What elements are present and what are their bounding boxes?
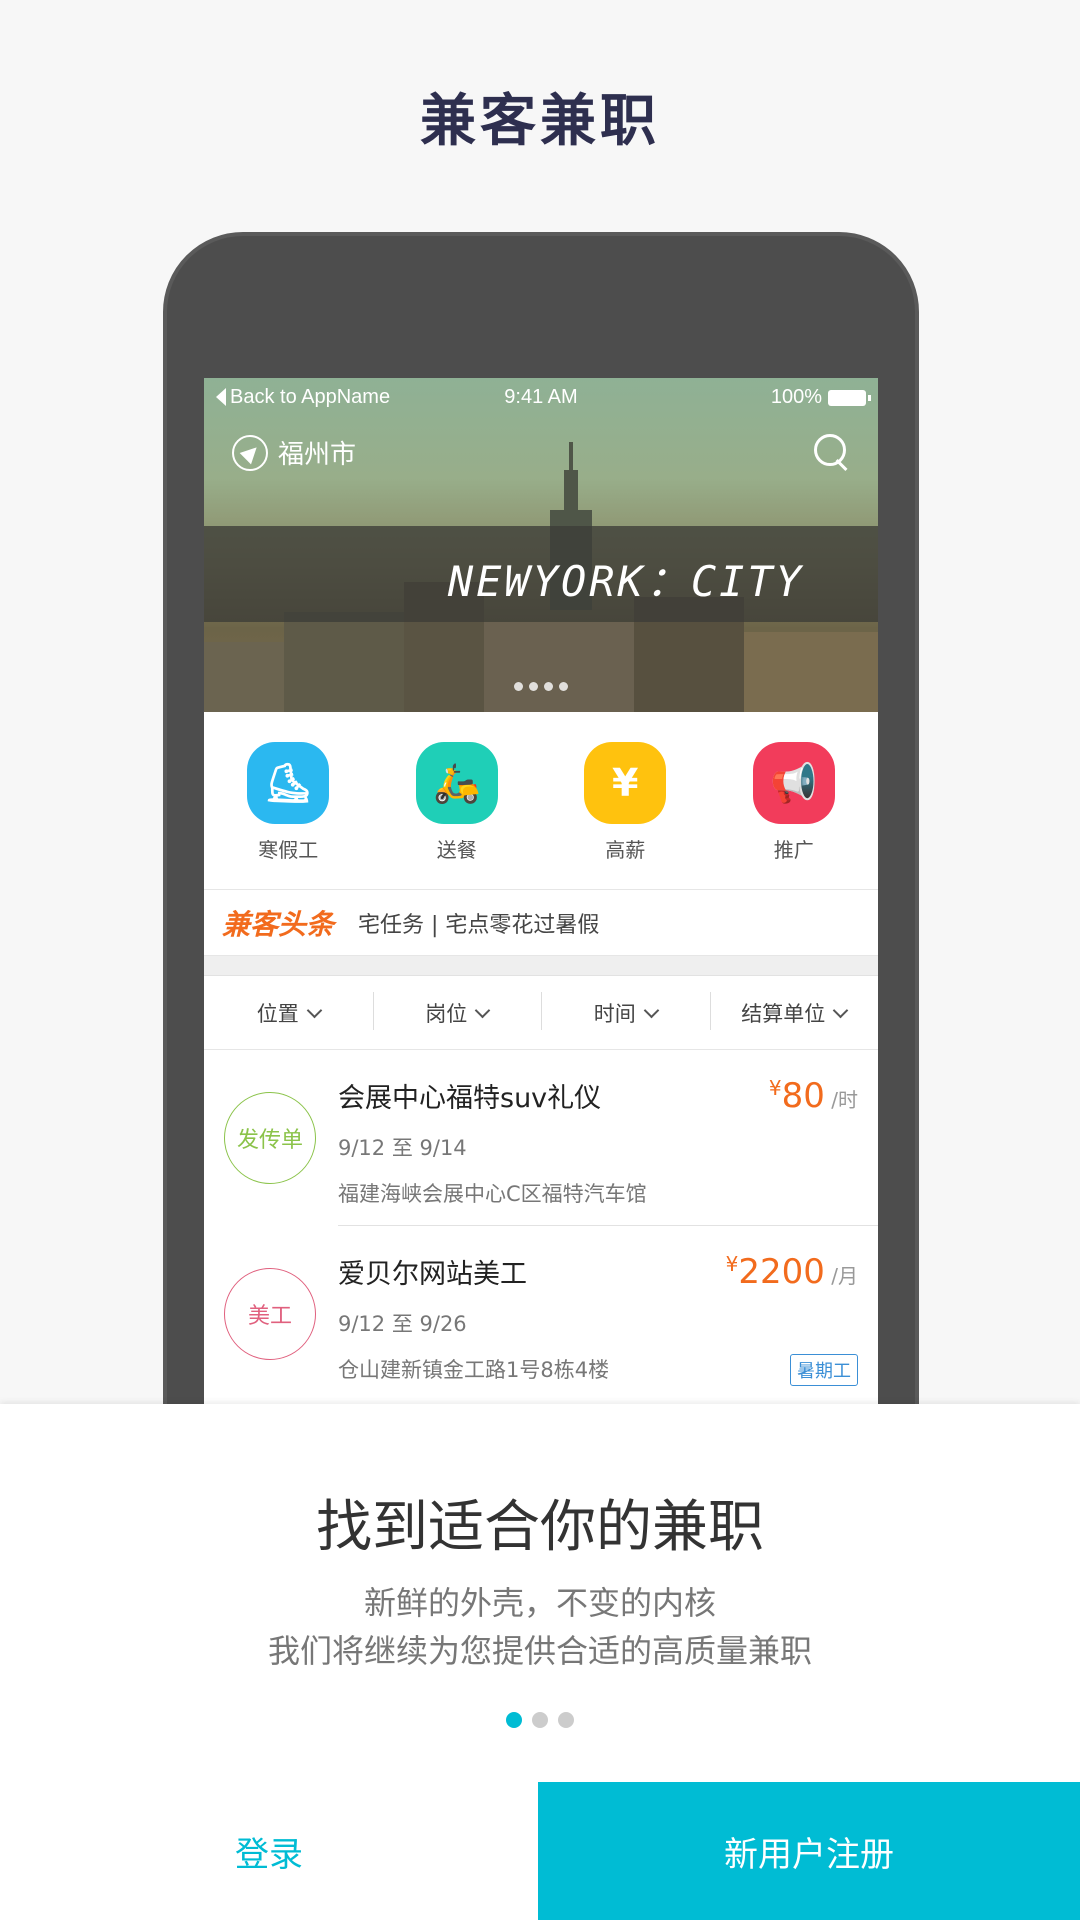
chevron-down-icon: [306, 1002, 323, 1018]
money-bag-icon: ¥: [584, 742, 667, 824]
category-winter-job[interactable]: ⛸ 寒假工: [204, 712, 373, 889]
pager-dot-active[interactable]: [506, 1712, 522, 1728]
filter-label: 结算单位: [741, 1001, 826, 1026]
section-divider: [204, 956, 878, 976]
job-badge: 发传单: [224, 1092, 316, 1184]
job-date: 9/12 至 9/26: [338, 1312, 467, 1336]
job-price: ¥2200 /月: [726, 1252, 858, 1292]
category-label: 寒假工: [258, 838, 319, 862]
banner-dot: [514, 682, 523, 691]
job-address: 仓山建新镇金工路1号8栋4楼: [338, 1358, 610, 1382]
chevron-down-icon: [474, 1002, 491, 1018]
skyline-building: [744, 632, 878, 712]
price-unit: /月: [831, 1264, 858, 1288]
page: 兼客兼职 NEWYORK：CITY Back to AppName 9:41 A…: [0, 0, 1080, 1920]
intro-headline: 找到适合你的兼职: [316, 1495, 764, 1560]
category-label: 高薪: [605, 838, 646, 862]
battery-status: 100%: [770, 386, 871, 409]
banner-dot: [544, 682, 553, 691]
pager-dot[interactable]: [558, 1712, 574, 1728]
banner-dot: [529, 682, 538, 691]
scooter-icon: 🛵: [415, 742, 498, 824]
banner[interactable]: NEWYORK：CITY Back to AppName 9:41 AM 100…: [204, 378, 878, 712]
search-icon[interactable]: [814, 434, 852, 472]
battery-icon: [828, 389, 871, 406]
chevron-down-icon: [832, 1002, 849, 1018]
banner-dot: [559, 682, 568, 691]
battery-percent: 100%: [770, 386, 822, 408]
job-price: ¥80 /时: [769, 1076, 858, 1116]
category-high-pay[interactable]: ¥ 高薪: [541, 712, 710, 889]
filter-label: 位置: [256, 1001, 299, 1026]
login-button[interactable]: 登录: [0, 1782, 538, 1920]
currency-symbol: ¥: [768, 1076, 782, 1100]
price-unit: /时: [831, 1088, 858, 1112]
intro-line-1: 新鲜的外壳，不变的内核: [363, 1584, 716, 1622]
megaphone-icon: 📢: [752, 742, 835, 824]
category-delivery[interactable]: 🛵 送餐: [373, 712, 542, 889]
category-grid: ⛸ 寒假工 🛵 送餐 ¥ 高薪 📢 推广: [204, 712, 878, 890]
intro-line-2: 我们将继续为您提供合适的高质量兼职: [267, 1632, 812, 1670]
filter-location[interactable]: 位置: [204, 998, 373, 1028]
price-amount: 2200: [738, 1252, 825, 1292]
skyline-building: [284, 612, 404, 712]
skyline-building: [204, 642, 294, 712]
job-date: 9/12 至 9/14: [338, 1136, 467, 1160]
category-label: 送餐: [436, 838, 477, 862]
job-address: 福建海峡会展中心C区福特汽车馆: [338, 1182, 647, 1206]
job-tag: 暑期工: [790, 1354, 858, 1386]
category-promotion[interactable]: 📢 推广: [710, 712, 879, 889]
filter-label: 岗位: [425, 1001, 468, 1026]
job-badge: 美工: [224, 1268, 316, 1360]
job-title: 爱贝尔网站美工: [338, 1259, 527, 1290]
banner-pager: [204, 682, 878, 691]
app-title: 兼客兼职: [420, 89, 660, 154]
onboarding-pager: [0, 1712, 1080, 1728]
filter-settlement[interactable]: 结算单位: [709, 991, 879, 1030]
filter-time[interactable]: 时间: [541, 991, 710, 1030]
intro-panel: 找到适合你的兼职 新鲜的外壳，不变的内核 我们将继续为您提供合适的高质量兼职 登…: [0, 1404, 1080, 1920]
headline-text: 宅任务 | 宅点零花过暑假: [358, 912, 600, 938]
city-name: 福州市: [278, 440, 357, 470]
category-label: 推广: [773, 838, 814, 862]
filter-bar: 位置 岗位 时间 结算单位: [204, 976, 878, 1050]
chevron-down-icon: [643, 1002, 660, 1018]
news-headline[interactable]: 兼客头条 宅任务 | 宅点零花过暑假: [204, 890, 878, 956]
pager-dot[interactable]: [532, 1712, 548, 1728]
headline-logo: 兼客头条: [222, 907, 335, 941]
skyline-building: [484, 622, 634, 712]
skate-icon: ⛸: [247, 742, 330, 824]
job-title: 会展中心福特suv礼仪: [338, 1083, 602, 1114]
price-amount: 80: [781, 1076, 825, 1116]
filter-position[interactable]: 岗位: [372, 991, 542, 1030]
filter-label: 时间: [593, 1001, 636, 1026]
location-arrow-icon: [232, 434, 268, 471]
banner-caption: NEWYORK：CITY: [447, 557, 804, 606]
currency-symbol: ¥: [725, 1252, 739, 1276]
job-item[interactable]: 美工 爱贝尔网站美工 ¥2200 /月 9/12 至 9/26 仓山建新镇金工路…: [204, 1226, 878, 1402]
phone-screen: NEWYORK：CITY Back to AppName 9:41 AM 100…: [204, 378, 878, 1404]
status-bar: Back to AppName 9:41 AM 100%: [204, 378, 878, 418]
city-selector[interactable]: 福州市: [232, 434, 356, 471]
register-button[interactable]: 新用户注册: [538, 1782, 1080, 1920]
job-item[interactable]: 发传单 会展中心福特suv礼仪 ¥80 /时 9/12 至 9/14 福建海峡会…: [204, 1050, 878, 1226]
